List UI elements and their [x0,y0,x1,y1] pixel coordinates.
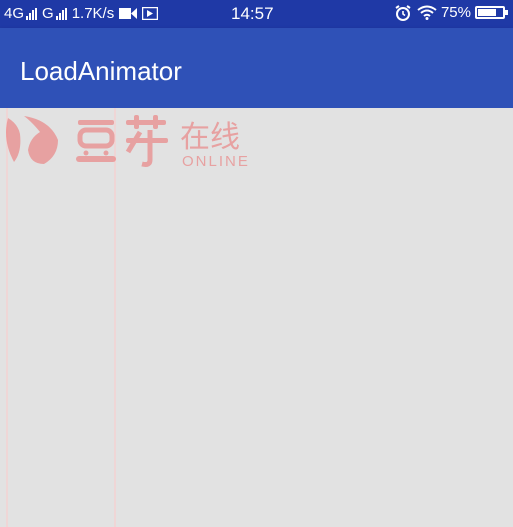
watermark-tagline: 在线 [180,121,240,154]
network-4g: 4G [4,5,38,22]
battery-level [478,9,496,16]
divider-line [114,108,116,527]
signal-icon [26,7,38,20]
status-bar: 4G G 1.7K/s 14:57 75% [0,0,513,28]
alarm-icon [395,4,411,21]
battery-icon [475,6,508,19]
network-g-label: G [42,5,54,22]
media-icon [142,7,159,20]
battery-percent: 75% [440,4,471,21]
net-speed: 1.7K/s [71,5,115,22]
status-left: 4G G 1.7K/s [4,5,163,22]
watermark-logo: 在线 ONLINE [0,110,260,170]
divider-line [6,108,8,527]
status-time: 14:57 [231,4,274,23]
watermark-subtitle: ONLINE [182,153,250,170]
content-area [0,108,513,527]
app-title: LoadAnimator [20,56,182,86]
app-bar: LoadAnimator [0,28,513,108]
wifi-icon [417,5,437,20]
signal-icon [55,7,67,20]
video-icon [119,7,138,20]
network-g: G [42,5,67,22]
network-4g-label: 4G [4,5,25,22]
status-right: 75% [395,4,508,21]
